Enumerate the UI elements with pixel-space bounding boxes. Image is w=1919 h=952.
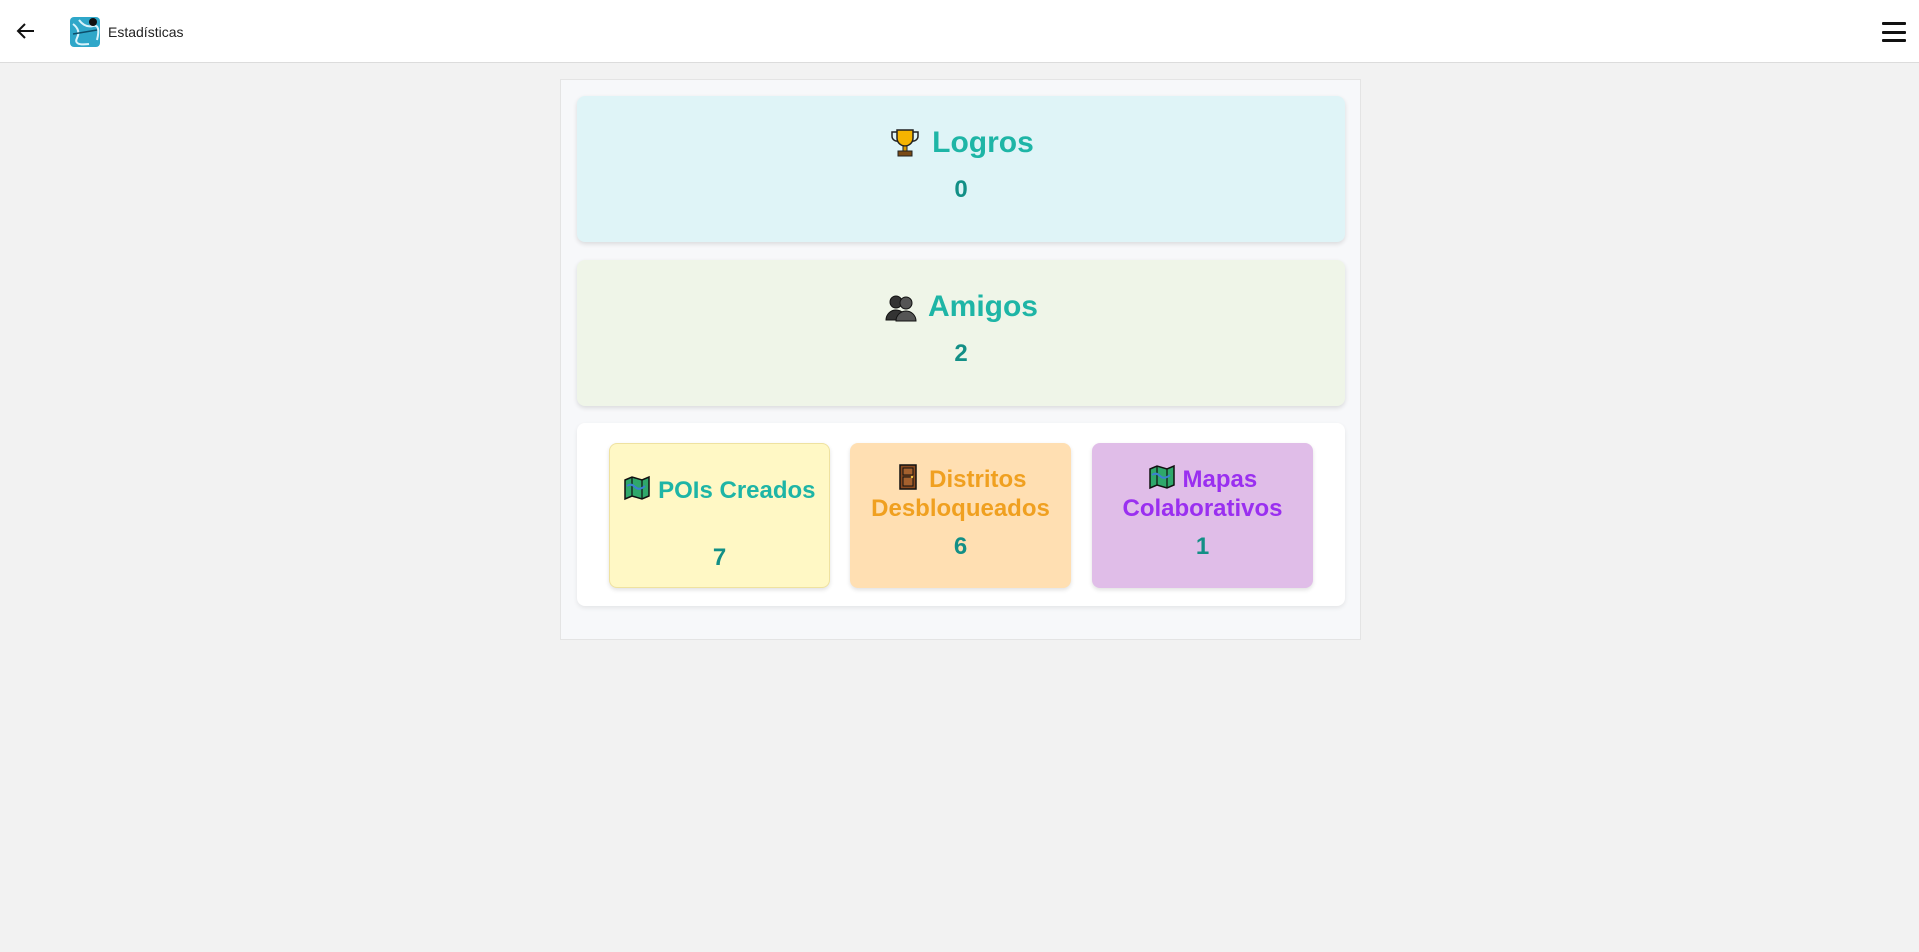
amigos-card: Amigos 2 bbox=[577, 260, 1345, 406]
back-button[interactable] bbox=[12, 17, 40, 45]
pois-creados-value: 7 bbox=[712, 544, 727, 571]
amigos-label: Amigos bbox=[927, 290, 1038, 323]
pois-creados-label: POIs Creados bbox=[658, 477, 816, 504]
mapas-colaborativos-label: Mapas Colaborativos bbox=[1122, 466, 1283, 522]
stats-panel: Logros 0 Amigos 2 POIs Creados 7 Distrit… bbox=[560, 79, 1361, 640]
hamburger-menu-icon bbox=[1882, 22, 1906, 25]
substats-container: POIs Creados 7 Distritos Desbloqueados 6 bbox=[577, 423, 1345, 606]
top-app-bar: Estadísticas bbox=[0, 0, 1919, 63]
map-icon bbox=[1149, 464, 1175, 490]
arrow-left-icon bbox=[16, 23, 34, 39]
friends-silhouette-icon bbox=[885, 295, 917, 322]
logros-value: 0 bbox=[954, 176, 968, 203]
map-logo-icon bbox=[69, 16, 101, 48]
distritos-desbloqueados-value: 6 bbox=[953, 533, 968, 560]
page-title: Estadísticas bbox=[108, 24, 184, 40]
hamburger-menu-button[interactable] bbox=[1880, 18, 1908, 46]
mapas-colaborativos-card: Mapas Colaborativos 1 bbox=[1092, 443, 1313, 588]
pois-creados-card: POIs Creados 7 bbox=[609, 443, 830, 588]
map-icon bbox=[624, 475, 651, 501]
distritos-desbloqueados-card: Distritos Desbloqueados 6 bbox=[850, 443, 1071, 588]
trophy-icon bbox=[891, 129, 919, 157]
mapas-colaborativos-value: 1 bbox=[1195, 533, 1210, 560]
logros-card: Logros 0 bbox=[577, 96, 1345, 242]
door-icon bbox=[899, 464, 918, 490]
amigos-value: 2 bbox=[954, 340, 968, 367]
logros-label: Logros bbox=[932, 126, 1034, 159]
